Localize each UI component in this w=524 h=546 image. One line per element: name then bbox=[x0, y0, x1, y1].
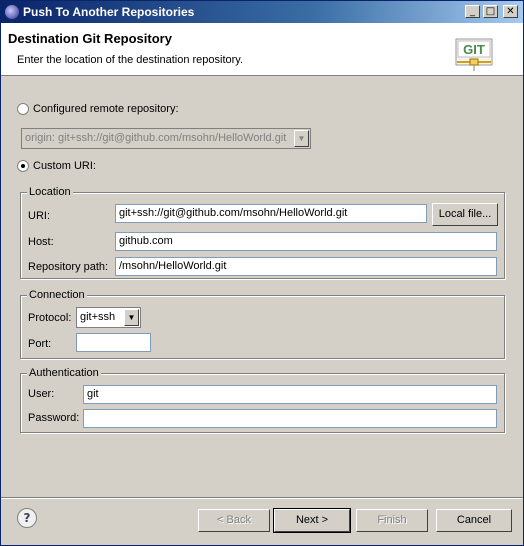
configured-remote-value: origin: git+ssh://git@github.com/msohn/H… bbox=[25, 132, 287, 144]
title-bar[interactable]: Push To Another Repositories _ □ ✕ bbox=[1, 1, 523, 23]
host-field[interactable]: github.com bbox=[115, 232, 497, 251]
minimize-button[interactable]: _ bbox=[465, 5, 480, 18]
user-field[interactable]: git bbox=[83, 385, 497, 404]
host-value: github.com bbox=[119, 235, 173, 247]
configured-remote-radio[interactable] bbox=[17, 103, 29, 115]
authentication-legend: Authentication bbox=[27, 367, 101, 379]
protocol-select[interactable]: git+ssh ▼ bbox=[76, 307, 141, 328]
next-button[interactable]: Next > bbox=[273, 508, 351, 533]
back-button[interactable]: < Back bbox=[198, 509, 270, 532]
maximize-button[interactable]: □ bbox=[483, 5, 498, 18]
close-button[interactable]: ✕ bbox=[503, 5, 518, 18]
user-label: User: bbox=[28, 388, 55, 400]
configured-remote-select[interactable]: origin: git+ssh://git@github.com/msohn/H… bbox=[21, 128, 311, 149]
uri-label: URI: bbox=[28, 210, 50, 222]
repository-path-field[interactable]: /msohn/HelloWorld.git bbox=[115, 257, 497, 276]
configured-remote-label: Configured remote repository: bbox=[33, 103, 179, 115]
uri-field[interactable]: git+ssh://git@github.com/msohn/HelloWorl… bbox=[115, 204, 427, 223]
host-label: Host: bbox=[28, 236, 54, 248]
eclipse-icon bbox=[5, 5, 19, 19]
wizard-banner: Destination Git Repository Enter the loc… bbox=[1, 23, 523, 76]
custom-uri-radio[interactable] bbox=[17, 160, 29, 172]
user-value: git bbox=[87, 388, 99, 400]
page-description: Enter the location of the destination re… bbox=[17, 54, 244, 66]
repository-path-value: /msohn/HelloWorld.git bbox=[119, 260, 227, 272]
help-icon[interactable]: ? bbox=[17, 508, 37, 528]
cancel-button[interactable]: Cancel bbox=[436, 509, 512, 532]
chevron-down-icon[interactable]: ▼ bbox=[294, 130, 309, 147]
local-file-button[interactable]: Local file... bbox=[432, 203, 498, 226]
uri-value: git+ssh://git@github.com/msohn/HelloWorl… bbox=[119, 207, 348, 219]
password-label: Password: bbox=[28, 412, 80, 424]
connection-legend: Connection bbox=[27, 289, 87, 301]
password-field[interactable] bbox=[83, 409, 497, 428]
finish-button[interactable]: Finish bbox=[356, 509, 428, 532]
location-legend: Location bbox=[27, 186, 73, 198]
port-field[interactable] bbox=[76, 333, 151, 352]
repository-path-label: Repository path: bbox=[28, 261, 109, 273]
protocol-value: git+ssh bbox=[80, 311, 116, 323]
protocol-label: Protocol: bbox=[28, 312, 72, 324]
chevron-down-icon[interactable]: ▼ bbox=[124, 309, 139, 326]
port-label: Port: bbox=[28, 338, 52, 350]
custom-uri-label: Custom URI: bbox=[33, 160, 96, 172]
git-logo-text: GIT bbox=[463, 42, 485, 57]
wizard-content: Configured remote repository: origin: gi… bbox=[1, 76, 523, 496]
git-logo-icon: GIT bbox=[455, 38, 493, 71]
dialog-window: Push To Another Repositories _ □ ✕ Desti… bbox=[0, 0, 524, 546]
window-title: Push To Another Repositories bbox=[23, 5, 195, 19]
footer-separator bbox=[1, 497, 523, 499]
page-title: Destination Git Repository bbox=[8, 31, 172, 46]
